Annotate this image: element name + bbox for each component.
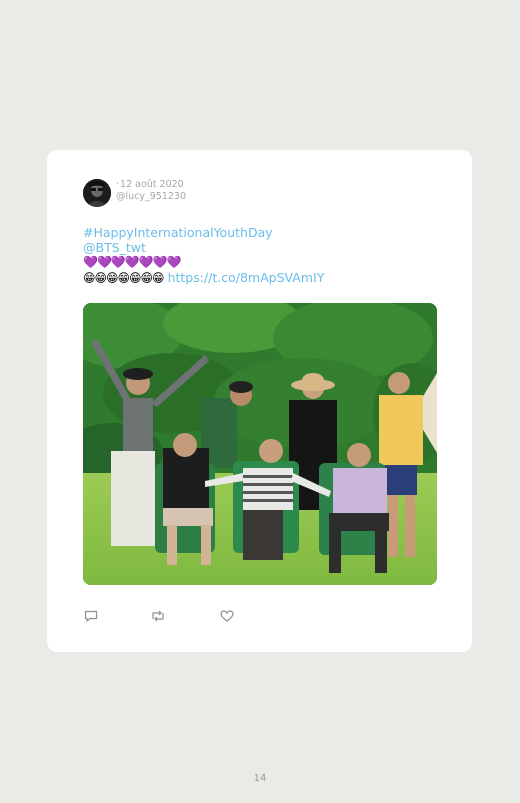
- tweet-text: #HappyInternationalYouthDay @BTS_twt 💜💜💜…: [83, 225, 324, 286]
- avatar[interactable]: [83, 179, 111, 207]
- mention-link[interactable]: @BTS_twt: [83, 240, 324, 255]
- like-icon[interactable]: [219, 608, 235, 624]
- retweet-icon[interactable]: [150, 608, 166, 624]
- heart-emojis: 💜💜💜💜💜💜💜: [83, 255, 182, 269]
- url-link[interactable]: https://t.co/8mApSVAmIY: [168, 270, 325, 285]
- tweet-actions: [83, 608, 263, 624]
- tweet-photo[interactable]: [83, 303, 437, 585]
- user-handle[interactable]: @lucy_951230: [116, 191, 186, 203]
- separator-dot: ·: [116, 179, 120, 190]
- hashtag-link[interactable]: #HappyInternationalYouthDay: [83, 225, 324, 240]
- reply-icon[interactable]: [83, 608, 99, 624]
- tweet-date: 12 août 2020: [120, 179, 184, 190]
- tweet-meta: ·12 août 2020 @lucy_951230: [116, 179, 186, 203]
- laugh-emojis: 😁😁😁😁😁😁😁: [83, 271, 165, 285]
- tweet-card: ·12 août 2020 @lucy_951230 #HappyInterna…: [47, 150, 472, 652]
- page-number: 14: [253, 773, 267, 784]
